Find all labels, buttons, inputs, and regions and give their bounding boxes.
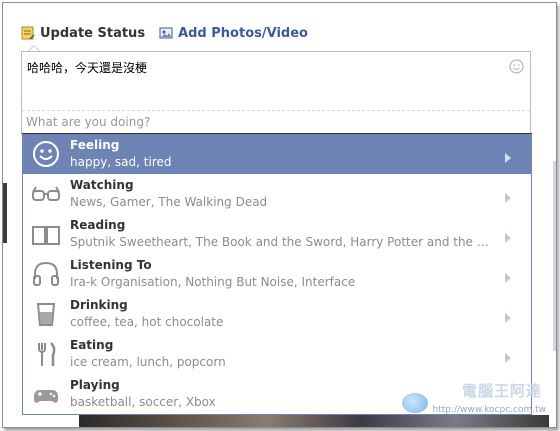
menu-item-feeling[interactable]: Feeling happy, sad, tired	[23, 134, 531, 174]
menu-item-label: Listening To	[70, 258, 152, 272]
emoticon-icon[interactable]	[509, 59, 524, 74]
menu-item-label: Drinking	[70, 298, 128, 312]
cup-icon	[31, 300, 61, 328]
status-composer[interactable]: 哈哈哈，今天還是沒梗 What are you doing?	[21, 51, 531, 135]
status-placeholder[interactable]: What are you doing?	[26, 115, 150, 129]
glasses-icon	[31, 180, 61, 208]
update-status-label: Update Status	[40, 25, 146, 41]
chevron-right-icon	[505, 188, 511, 203]
chevron-right-icon	[505, 148, 511, 163]
composer-divider	[22, 110, 530, 111]
menu-item-examples: Sputnik Sweetheart, The Book and the Swo…	[70, 235, 490, 249]
watermark-title: 電腦王阿達	[461, 382, 542, 400]
menu-item-reading[interactable]: Reading Sputnik Sweetheart, The Book and…	[23, 214, 531, 254]
menu-item-label: Playing	[70, 378, 120, 392]
menu-item-label: Reading	[70, 218, 126, 232]
photo-icon	[159, 26, 173, 40]
menu-item-examples: coffee, tea, hot chocolate	[70, 315, 224, 329]
add-photos-tab[interactable]: Add Photos/Video	[159, 26, 308, 41]
status-text[interactable]: 哈哈哈，今天還是沒梗	[27, 59, 147, 76]
menu-item-examples: Ira-k Organisation, Nothing But Noise, I…	[70, 275, 356, 289]
smiley-icon	[31, 140, 61, 168]
menu-item-label: Feeling	[70, 138, 120, 152]
book-icon	[31, 220, 61, 248]
status-note-icon	[21, 26, 35, 40]
menu-item-eating[interactable]: Eating ice cream, lunch, popcorn	[23, 334, 531, 374]
activity-dropdown: Feeling happy, sad, tired Watching News,…	[22, 133, 532, 415]
menu-item-label: Watching	[70, 178, 134, 192]
menu-item-examples: happy, sad, tired	[70, 155, 172, 169]
menu-item-drinking[interactable]: Drinking coffee, tea, hot chocolate	[23, 294, 531, 334]
gamepad-icon	[31, 380, 61, 408]
composer-tabs: Update Status Add Photos/Video	[21, 23, 322, 43]
menu-item-examples: basketball, soccer, Xbox	[70, 395, 216, 409]
update-status-tab[interactable]: Update Status	[21, 26, 145, 41]
fork-knife-icon	[31, 340, 61, 368]
watermark-logo	[402, 393, 428, 413]
menu-item-label: Eating	[70, 338, 114, 352]
menu-item-watching[interactable]: Watching News, Gamer, The Walking Dead	[23, 174, 531, 214]
menu-item-examples: ice cream, lunch, popcorn	[70, 355, 226, 369]
background-photo	[79, 415, 549, 427]
chevron-right-icon	[505, 348, 511, 363]
chevron-right-icon	[505, 228, 511, 243]
background-strip	[3, 183, 7, 243]
menu-item-listening[interactable]: Listening To Ira-k Organisation, Nothing…	[23, 254, 531, 294]
chevron-right-icon	[505, 308, 511, 323]
add-photos-label: Add Photos/Video	[178, 25, 308, 41]
menu-item-examples: News, Gamer, The Walking Dead	[70, 195, 268, 209]
headphones-icon	[31, 260, 61, 288]
chevron-right-icon	[505, 268, 511, 283]
watermark-url: http://www.kocpc.com.tw	[432, 405, 546, 415]
screenshot-frame: Update Status Add Photos/Video 哈哈哈，今天還是沒…	[2, 2, 557, 428]
background-strip	[553, 161, 556, 351]
